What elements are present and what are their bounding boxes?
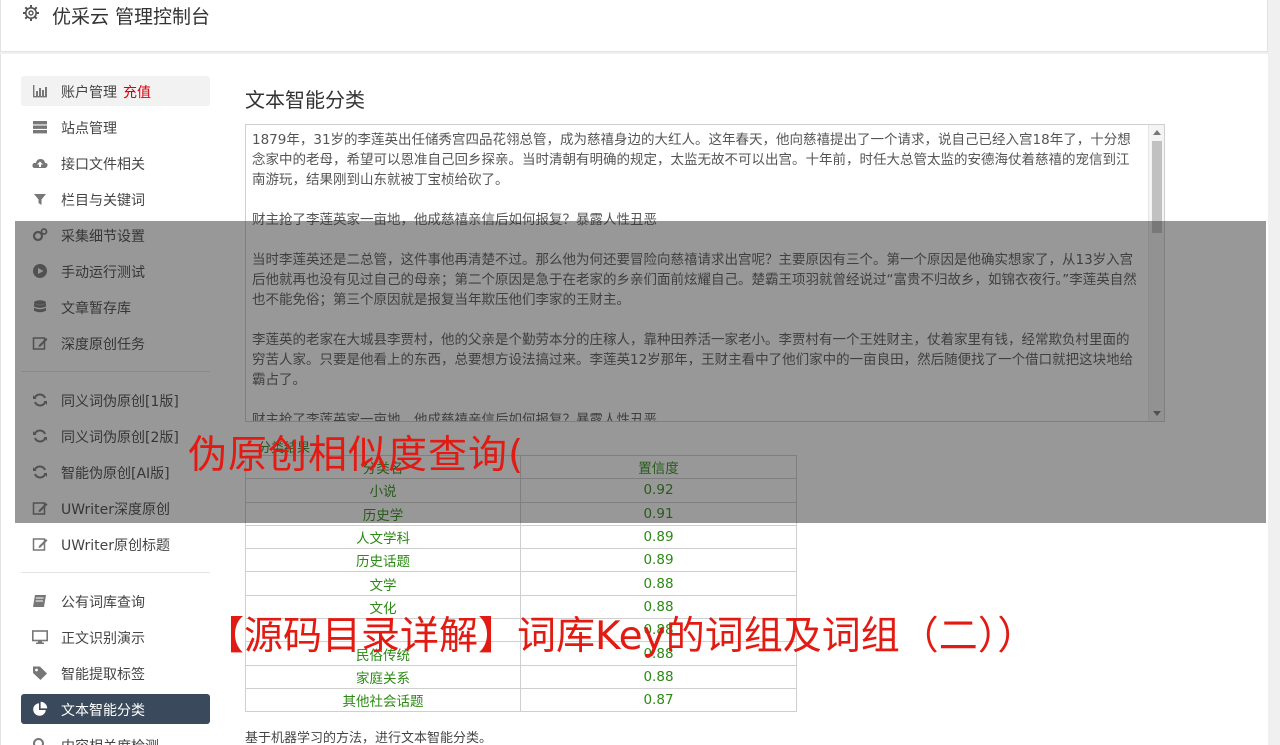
page-title: 文本智能分类 (245, 88, 365, 112)
sidebar-item-relevance[interactable]: 内容相关度检测 (21, 730, 210, 745)
sidebar-item-label: 接口文件相关 (61, 157, 145, 173)
confidence-cell: 0.89 (520, 524, 797, 550)
confidence-cell: 0.89 (520, 548, 797, 573)
category-cell: 家庭关系 (245, 664, 521, 689)
app-title: 优采云 管理控制台 (52, 6, 211, 28)
sidebar-item-label: 智能提取标签 (61, 667, 145, 683)
search-icon (32, 737, 48, 745)
server-icon (32, 119, 48, 135)
scroll-up-arrow-icon[interactable] (1153, 130, 1161, 135)
table-row: 历史话题 0.89 (245, 548, 797, 573)
sidebar-item-label: 栏目与关键词 (61, 193, 145, 209)
table-row: 其他社会话题 0.87 (245, 687, 797, 713)
sidebar-item-text-classify[interactable]: 文本智能分类 (21, 694, 210, 724)
table-row: 家庭关系 0.88 (245, 664, 797, 689)
sidebar-item-label: 公有词库查询 (61, 595, 145, 611)
top-bar: 优采云 管理控制台 (0, 0, 1268, 52)
scrollbar-thumb[interactable] (1152, 141, 1162, 233)
edit-icon (32, 536, 48, 552)
desktop-icon (32, 629, 48, 645)
sidebar-item-tag-extract[interactable]: 智能提取标签 (21, 658, 210, 688)
sidebar-item-label: 内容相关度检测 (61, 736, 159, 745)
category-cell: 文学 (245, 571, 521, 596)
bar-chart-icon (32, 83, 48, 99)
watermark-caption-bottom: 【源码目录详解】词库Key的词组及词组（二）） (205, 614, 1037, 659)
category-cell: 历史话题 (245, 548, 521, 573)
confidence-cell: 0.88 (520, 664, 797, 689)
tag-icon (32, 665, 48, 681)
sidebar-divider (21, 572, 210, 573)
footer-note: 基于机器学习的方法，进行文本智能分类。 (245, 731, 493, 745)
filter-icon (32, 191, 48, 207)
pie-chart-icon (32, 701, 48, 717)
sidebar-item-uwriter-title[interactable]: UWriter原创标题 (21, 529, 210, 559)
confidence-cell: 0.87 (520, 687, 797, 713)
sidebar-item-label: 文本智能分类 (61, 703, 145, 719)
sidebar-item-label: 站点管理 (61, 121, 117, 137)
sidebar-item-text-recognition[interactable]: 正文识别演示 (21, 622, 210, 652)
sidebar-item-public-lexicon[interactable]: 公有词库查询 (21, 586, 210, 616)
text-paragraph: 1879年，31岁的李莲英出任储秀宫四品花翎总管，成为慈禧身边的大红人。这年春天… (252, 132, 1131, 188)
sidebar-item-label: 账户管理 (61, 85, 117, 101)
gear-icon[interactable] (22, 4, 40, 22)
sidebar-item-account[interactable]: 账户管理 充值 (21, 76, 210, 106)
confidence-cell: 0.88 (520, 571, 797, 596)
table-row: 人文学科 0.89 (245, 524, 797, 550)
sidebar-item-interface-files[interactable]: 接口文件相关 (21, 148, 210, 178)
recharge-link[interactable]: 充值 (123, 85, 151, 101)
book-icon (32, 593, 48, 609)
sidebar-item-sites[interactable]: 站点管理 (21, 112, 210, 142)
sidebar-item-label: UWriter原创标题 (61, 538, 170, 554)
cloud-upload-icon (32, 155, 48, 171)
sidebar-item-columns-keywords[interactable]: 栏目与关键词 (21, 184, 210, 214)
category-cell: 其他社会话题 (245, 687, 521, 713)
sidebar-item-label: 正文识别演示 (61, 631, 145, 647)
category-cell: 人文学科 (245, 524, 521, 550)
watermark-caption-top: 伪原创相似度查询( (188, 433, 525, 478)
table-row: 文学 0.88 (245, 571, 797, 596)
